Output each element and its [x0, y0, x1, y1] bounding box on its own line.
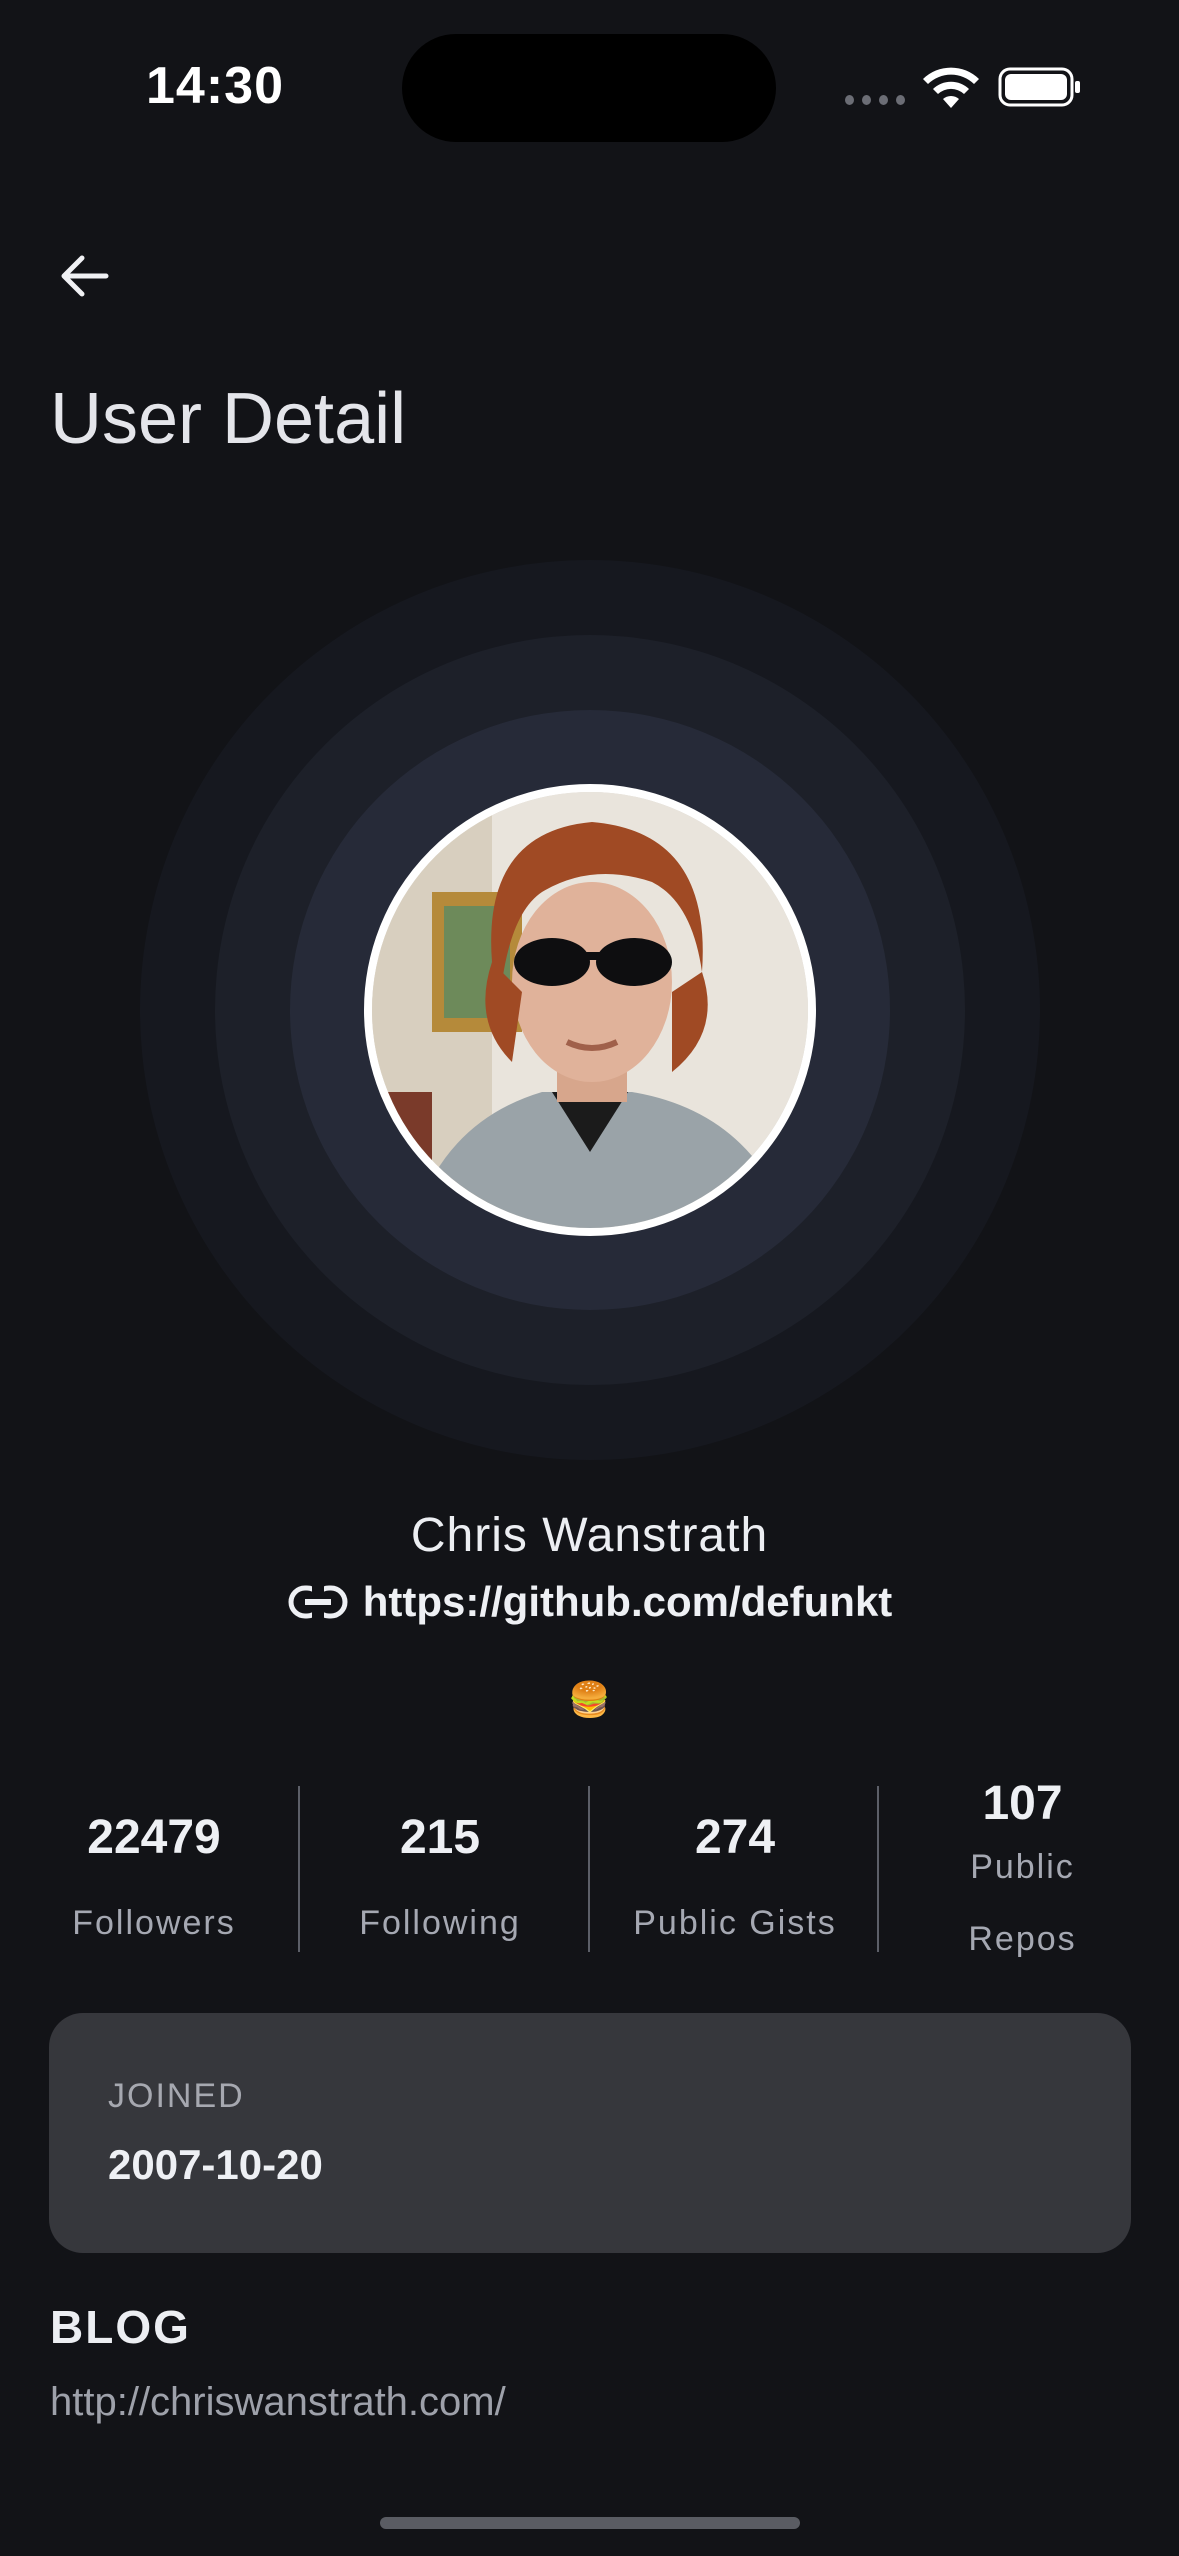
arrow-left-icon — [61, 255, 109, 297]
divider — [877, 1786, 879, 1952]
joined-card: JOINED 2007-10-20 — [49, 2013, 1131, 2253]
stat-label-line: Repos — [968, 1920, 1077, 1958]
stats-row: 22479 Followers 215 Following 274 Public… — [0, 1770, 1179, 1970]
stat-value: 274 — [694, 1811, 776, 1864]
bio-text: 🍔 — [568, 1680, 611, 1720]
stat-value: 215 — [399, 1811, 481, 1864]
stat-value: 107 — [982, 1777, 1063, 1830]
stat-label-line: Public — [970, 1848, 1075, 1886]
joined-date: 2007-10-20 — [108, 2141, 323, 2188]
stat-public-repos[interactable]: 107 Public Repos — [930, 1770, 1115, 1976]
stat-label: Followers — [72, 1904, 236, 1942]
stat-public-gists[interactable]: 274 Public Gists — [620, 1770, 850, 2010]
link-icon — [288, 1585, 348, 1619]
blog-url[interactable]: http://chriswanstrath.com/ — [50, 2380, 506, 2425]
avatar — [364, 784, 816, 1236]
stat-followers[interactable]: 22479 Followers — [44, 1770, 264, 2010]
profile-link[interactable]: https://github.com/defunkt — [0, 1578, 1179, 1626]
stat-label: Following — [359, 1904, 521, 1942]
stat-following[interactable]: 215 Following — [330, 1770, 550, 2010]
joined-label: JOINED — [108, 2077, 245, 2115]
cellular-signal-icon — [845, 95, 905, 107]
battery-icon — [998, 67, 1080, 107]
divider — [298, 1786, 300, 1952]
back-button[interactable] — [44, 236, 124, 316]
profile-url[interactable]: https://github.com/defunkt — [363, 1578, 893, 1626]
page-title: User Detail — [50, 379, 407, 459]
dynamic-island — [402, 34, 776, 142]
blog-heading: BLOG — [50, 2301, 191, 2353]
stat-label: Public Gists — [633, 1904, 837, 1942]
status-time: 14:30 — [146, 57, 284, 115]
home-indicator[interactable] — [380, 2517, 800, 2529]
stat-label: Public Repos — [930, 1831, 1115, 1975]
wifi-icon — [923, 67, 979, 108]
divider — [588, 1786, 590, 1952]
avatar-image — [372, 792, 808, 1228]
user-name: Chris Wanstrath — [410, 1509, 769, 1562]
stat-value: 22479 — [87, 1811, 221, 1864]
